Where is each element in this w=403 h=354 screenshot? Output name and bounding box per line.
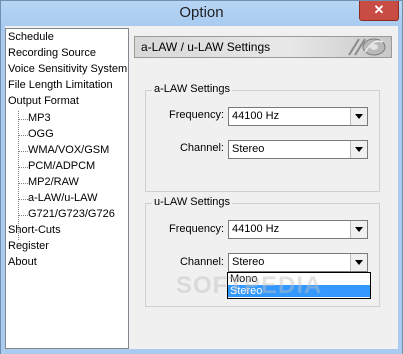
ulaw-channel-select[interactable]: Stereo (228, 253, 368, 272)
alaw-channel-select[interactable]: Stereo (228, 140, 368, 159)
ulaw-frequency-dropdown-button[interactable] (350, 221, 367, 238)
tree-guide-line (18, 111, 19, 240)
chevron-down-icon (355, 147, 363, 152)
alaw-frequency-value: 44100 Hz (232, 110, 280, 122)
ulaw-frequency-value: 44100 Hz (232, 223, 280, 235)
tree-guide-line (18, 167, 28, 168)
ulaw-group-title: u-LAW Settings (152, 196, 233, 208)
close-icon: ✕ (373, 2, 385, 17)
close-button[interactable]: ✕ (359, 1, 399, 21)
tree-guide-line (18, 199, 28, 200)
tree-guide-line (18, 119, 28, 120)
window-frame-right (398, 26, 402, 354)
tree-guide-line (18, 215, 28, 216)
panel-header: a-LAW / u-LAW Settings (134, 36, 392, 58)
disc-logo-icon (348, 38, 386, 56)
ulaw-frequency-select[interactable]: 44100 Hz (228, 220, 368, 239)
option-window: Option ✕ Schedule Recording Source Voice… (0, 0, 403, 354)
tree-item-wma-vox-gsm[interactable]: WMA/VOX/GSM (28, 143, 109, 158)
tree-item-alaw-ulaw[interactable]: a-LAW/u-LAW (28, 191, 98, 206)
tree-item-g721-g723-g726[interactable]: G721/G723/G726 (28, 207, 115, 222)
tree-item-short-cuts[interactable]: Short-Cuts (8, 223, 61, 238)
settings-tree[interactable]: Schedule Recording Source Voice Sensitiv… (5, 28, 129, 349)
ulaw-channel-value: Stereo (232, 256, 265, 268)
watermark: SOFTPEDIA (176, 272, 323, 299)
tree-item-schedule[interactable]: Schedule (8, 30, 54, 45)
tree-item-voice-sensitivity[interactable]: Voice Sensitivity System (8, 62, 127, 77)
tree-item-recording-source[interactable]: Recording Source (8, 46, 96, 61)
alaw-settings-group: a-LAW Settings Frequency: 44100 Hz Chann… (145, 83, 380, 192)
alaw-channel-value: Stereo (232, 143, 265, 155)
tree-item-ogg[interactable]: OGG (28, 127, 54, 142)
chevron-down-icon (355, 114, 363, 119)
panel-title: a-LAW / u-LAW Settings (141, 40, 271, 54)
tree-guide-line (18, 135, 28, 136)
alaw-group-title: a-LAW Settings (152, 83, 233, 95)
tree-item-register[interactable]: Register (8, 239, 49, 254)
ulaw-channel-label: Channel: (179, 256, 224, 268)
ulaw-channel-dropdown-button[interactable] (350, 254, 367, 271)
tree-guide-line (18, 151, 28, 152)
title-bar[interactable]: Option ✕ (1, 1, 402, 26)
window-title: Option (179, 4, 224, 21)
ulaw-frequency-label: Frequency: (168, 223, 224, 235)
alaw-frequency-dropdown-button[interactable] (350, 108, 367, 125)
alaw-channel-label: Channel: (179, 142, 224, 154)
alaw-frequency-label: Frequency: (168, 109, 224, 121)
window-frame-bottom (1, 349, 402, 354)
settings-panel: a-LAW / u-LAW Settings a-LAW Settings Fr… (131, 28, 398, 349)
tree-item-output-format[interactable]: Output Format (8, 94, 79, 109)
chevron-down-icon (355, 260, 363, 265)
alaw-frequency-select[interactable]: 44100 Hz (228, 107, 368, 126)
tree-guide-line (18, 183, 28, 184)
chevron-down-icon (355, 227, 363, 232)
tree-item-pcm-adpcm[interactable]: PCM/ADPCM (28, 159, 95, 174)
tree-item-about[interactable]: About (8, 255, 37, 270)
tree-item-file-length[interactable]: File Length Limitation (8, 78, 113, 93)
tree-item-mp2-raw[interactable]: MP2/RAW (28, 175, 79, 190)
alaw-channel-dropdown-button[interactable] (350, 141, 367, 158)
tree-item-mp3[interactable]: MP3 (28, 111, 51, 126)
